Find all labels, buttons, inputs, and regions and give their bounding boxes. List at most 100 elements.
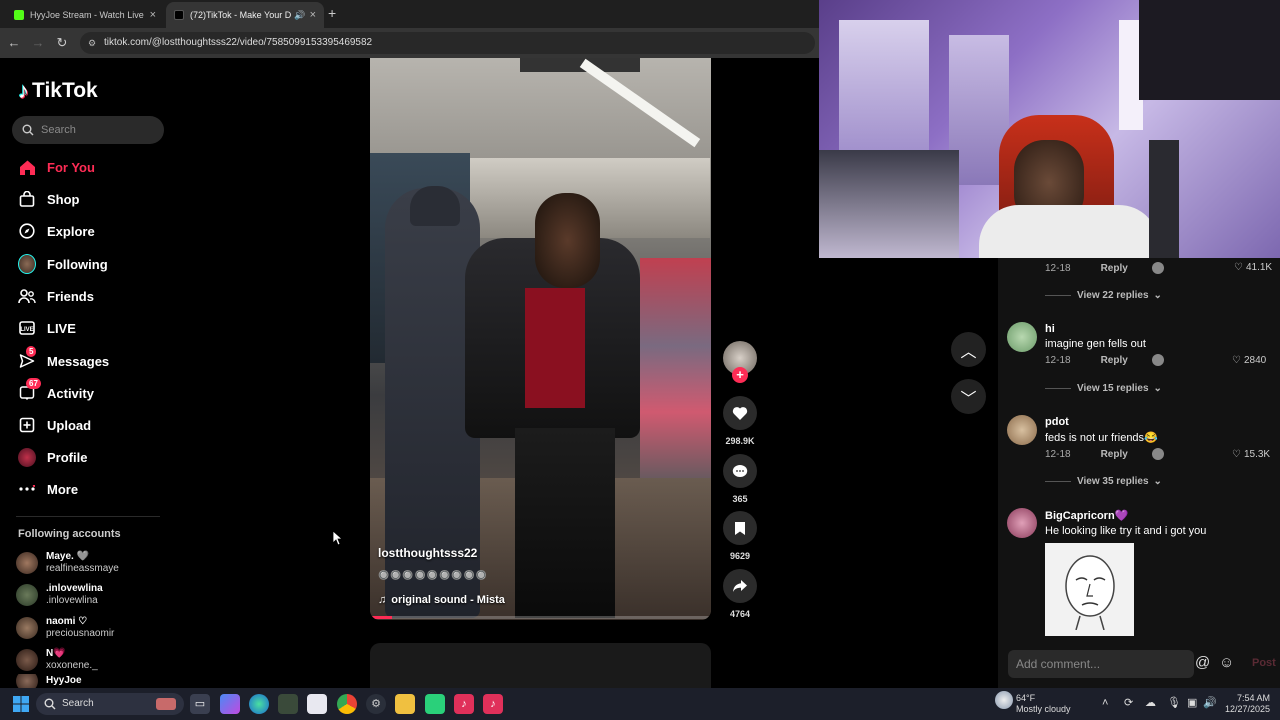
search-input[interactable]: Search bbox=[12, 116, 164, 144]
chevron-down-icon: ﹀ bbox=[960, 390, 977, 408]
video-progress-track[interactable] bbox=[370, 616, 711, 619]
settings-gear-icon[interactable]: ⚙ bbox=[366, 694, 386, 714]
next-video-preview[interactable] bbox=[370, 643, 711, 688]
video-author[interactable]: lostthoughtsss22 bbox=[378, 546, 477, 560]
view-replies-button[interactable]: View 15 replies ⌄ bbox=[1045, 383, 1162, 394]
following-account[interactable]: HyyJoe bbox=[16, 674, 82, 688]
shop-icon bbox=[18, 190, 36, 208]
tiktok-app-icon[interactable]: ♪ bbox=[454, 694, 474, 714]
following-account[interactable]: N💗 xoxonene._ bbox=[16, 645, 98, 675]
nav-messages[interactable]: 5 Messages bbox=[18, 346, 109, 375]
share-button[interactable]: 4764 bbox=[723, 569, 757, 619]
like-button[interactable]: 298.9K bbox=[723, 396, 757, 446]
comment-button[interactable]: 365 bbox=[723, 454, 757, 504]
reply-line bbox=[1045, 388, 1071, 389]
video-player[interactable]: lostthoughtsss22 🔘🔘🔘🔘🔘🔘🔘🔘🔘 ♫ original so… bbox=[370, 58, 711, 620]
file-explorer-icon[interactable] bbox=[395, 694, 415, 714]
reply-button[interactable]: Reply bbox=[1101, 449, 1128, 460]
comment-like[interactable]: ♡ 15.3K bbox=[1232, 449, 1270, 460]
nav-more[interactable]: More bbox=[18, 475, 78, 503]
nav-live[interactable]: LIVE LIVE bbox=[18, 314, 76, 342]
mouse-cursor-icon bbox=[333, 531, 343, 546]
new-tab-button[interactable]: + bbox=[328, 5, 336, 21]
comment-like[interactable]: ♡ 41.1K bbox=[1234, 262, 1272, 273]
site-info-icon[interactable]: ⚙ bbox=[88, 32, 96, 54]
reply-button[interactable]: Reply bbox=[1101, 263, 1128, 274]
windows-taskbar: Search ▭ ⚙ ♪ ♪ 64°F Mostly cloudy ˄ ⟳ ☁ … bbox=[0, 688, 1280, 720]
back-icon[interactable]: ← bbox=[5, 34, 23, 52]
reload-icon[interactable]: ↻ bbox=[53, 34, 71, 52]
activity-badge: 67 bbox=[26, 378, 41, 389]
app-icon[interactable] bbox=[278, 694, 298, 714]
microphone-icon[interactable]: 🎙 bbox=[1167, 696, 1181, 709]
svg-text:LIVE: LIVE bbox=[20, 327, 33, 333]
nav-shop[interactable]: Shop bbox=[18, 185, 80, 213]
comment-item: 12-18 Reply bbox=[1045, 262, 1164, 274]
author-avatar-button[interactable]: + bbox=[723, 341, 757, 383]
network-icon[interactable]: ▣ bbox=[1187, 696, 1197, 709]
following-account[interactable]: Maye. 🩶 realfineassmaye bbox=[16, 548, 119, 578]
video-sound[interactable]: ♫ original sound - Mista bbox=[378, 594, 505, 606]
tab-tiktok[interactable]: (72)TikTok - Make Your Day 🔊 × bbox=[166, 2, 324, 28]
comment-username[interactable]: hi bbox=[1045, 323, 1164, 335]
comment-sticker-image[interactable] bbox=[1045, 543, 1134, 636]
speaker-icon[interactable]: 🔊 bbox=[294, 10, 305, 21]
post-button[interactable]: Post bbox=[1252, 657, 1276, 669]
app-green-icon[interactable] bbox=[425, 694, 445, 714]
view-replies-button[interactable]: View 35 replies ⌄ bbox=[1045, 476, 1162, 487]
url-field[interactable]: ⚙ tiktok.com/@lostthoughtsss22/video/758… bbox=[80, 32, 815, 54]
comment-like[interactable]: ♡ 2840 bbox=[1232, 355, 1266, 366]
following-account[interactable]: naomi ♡ preciousnaomir bbox=[16, 613, 114, 643]
nav-for-you[interactable]: For You bbox=[18, 153, 95, 181]
tab-hyyjoe-stream[interactable]: HyyJoe Stream - Watch Live on × bbox=[6, 2, 164, 28]
task-view-icon[interactable]: ▭ bbox=[190, 694, 210, 714]
home-icon bbox=[18, 158, 36, 176]
friends-icon bbox=[18, 287, 36, 305]
avatar[interactable] bbox=[1007, 415, 1037, 445]
save-button[interactable]: 9629 bbox=[723, 511, 757, 561]
edge-icon[interactable] bbox=[249, 694, 269, 714]
volume-icon[interactable]: 🔊 bbox=[1203, 696, 1217, 709]
emoji-icon[interactable]: ☺ bbox=[1219, 654, 1234, 671]
store-icon[interactable] bbox=[307, 694, 327, 714]
nav-label: Shop bbox=[47, 191, 80, 207]
follow-plus-icon[interactable]: + bbox=[732, 367, 748, 383]
nav-friends[interactable]: Friends bbox=[18, 282, 94, 310]
sync-icon[interactable]: ⟳ bbox=[1124, 696, 1133, 709]
previous-video-button[interactable]: ︿ bbox=[951, 332, 986, 367]
mention-icon[interactable]: @ bbox=[1195, 654, 1210, 671]
nav-explore[interactable]: Explore bbox=[18, 217, 95, 245]
windows-start-icon[interactable] bbox=[13, 696, 29, 712]
reply-button[interactable]: Reply bbox=[1101, 355, 1128, 366]
avatar bbox=[16, 552, 38, 574]
avatar[interactable] bbox=[1007, 322, 1037, 352]
nav-upload[interactable]: Upload bbox=[18, 411, 91, 439]
taskbar-search[interactable]: Search bbox=[36, 693, 184, 715]
upload-icon bbox=[18, 416, 36, 434]
nav-profile[interactable]: Profile bbox=[18, 443, 87, 471]
tab-label: (72)TikTok - Make Your Day bbox=[190, 10, 292, 20]
cloud-icon[interactable]: ☁ bbox=[1145, 696, 1156, 709]
forward-icon[interactable]: → bbox=[29, 34, 47, 52]
logo-text: TikTok bbox=[32, 79, 98, 102]
weather-cloud-icon[interactable] bbox=[995, 691, 1013, 709]
following-account[interactable]: .inlovewlina .inlovewlina bbox=[16, 580, 103, 610]
tiktok-app-icon-2[interactable]: ♪ bbox=[483, 694, 503, 714]
close-tab-icon[interactable]: × bbox=[150, 9, 156, 21]
avatar[interactable] bbox=[1007, 508, 1037, 538]
view-replies-button[interactable]: View 22 replies ⌄ bbox=[1045, 290, 1162, 301]
copilot-icon[interactable] bbox=[220, 694, 240, 714]
tray-chevron-up-icon[interactable]: ˄ bbox=[1102, 697, 1108, 709]
clock[interactable]: 7:54 AM 12/27/2025 bbox=[1224, 693, 1270, 715]
comment-item: BigCapricorn💜 He looking like try it and… bbox=[1045, 509, 1206, 537]
tiktok-logo[interactable]: ♪ TikTok bbox=[18, 78, 98, 104]
close-tab-icon[interactable]: × bbox=[310, 9, 316, 21]
comment-username[interactable]: BigCapricorn💜 bbox=[1045, 509, 1206, 522]
next-video-button[interactable]: ﹀ bbox=[951, 379, 986, 414]
comment-username[interactable]: pdot bbox=[1045, 416, 1164, 428]
nav-activity[interactable]: 67 Activity bbox=[18, 378, 94, 407]
comment-input[interactable]: Add comment... bbox=[1008, 650, 1194, 678]
weather-widget[interactable]: 64°F Mostly cloudy bbox=[1016, 693, 1071, 715]
chrome-icon[interactable] bbox=[337, 694, 357, 714]
nav-following[interactable]: Following bbox=[18, 250, 108, 278]
